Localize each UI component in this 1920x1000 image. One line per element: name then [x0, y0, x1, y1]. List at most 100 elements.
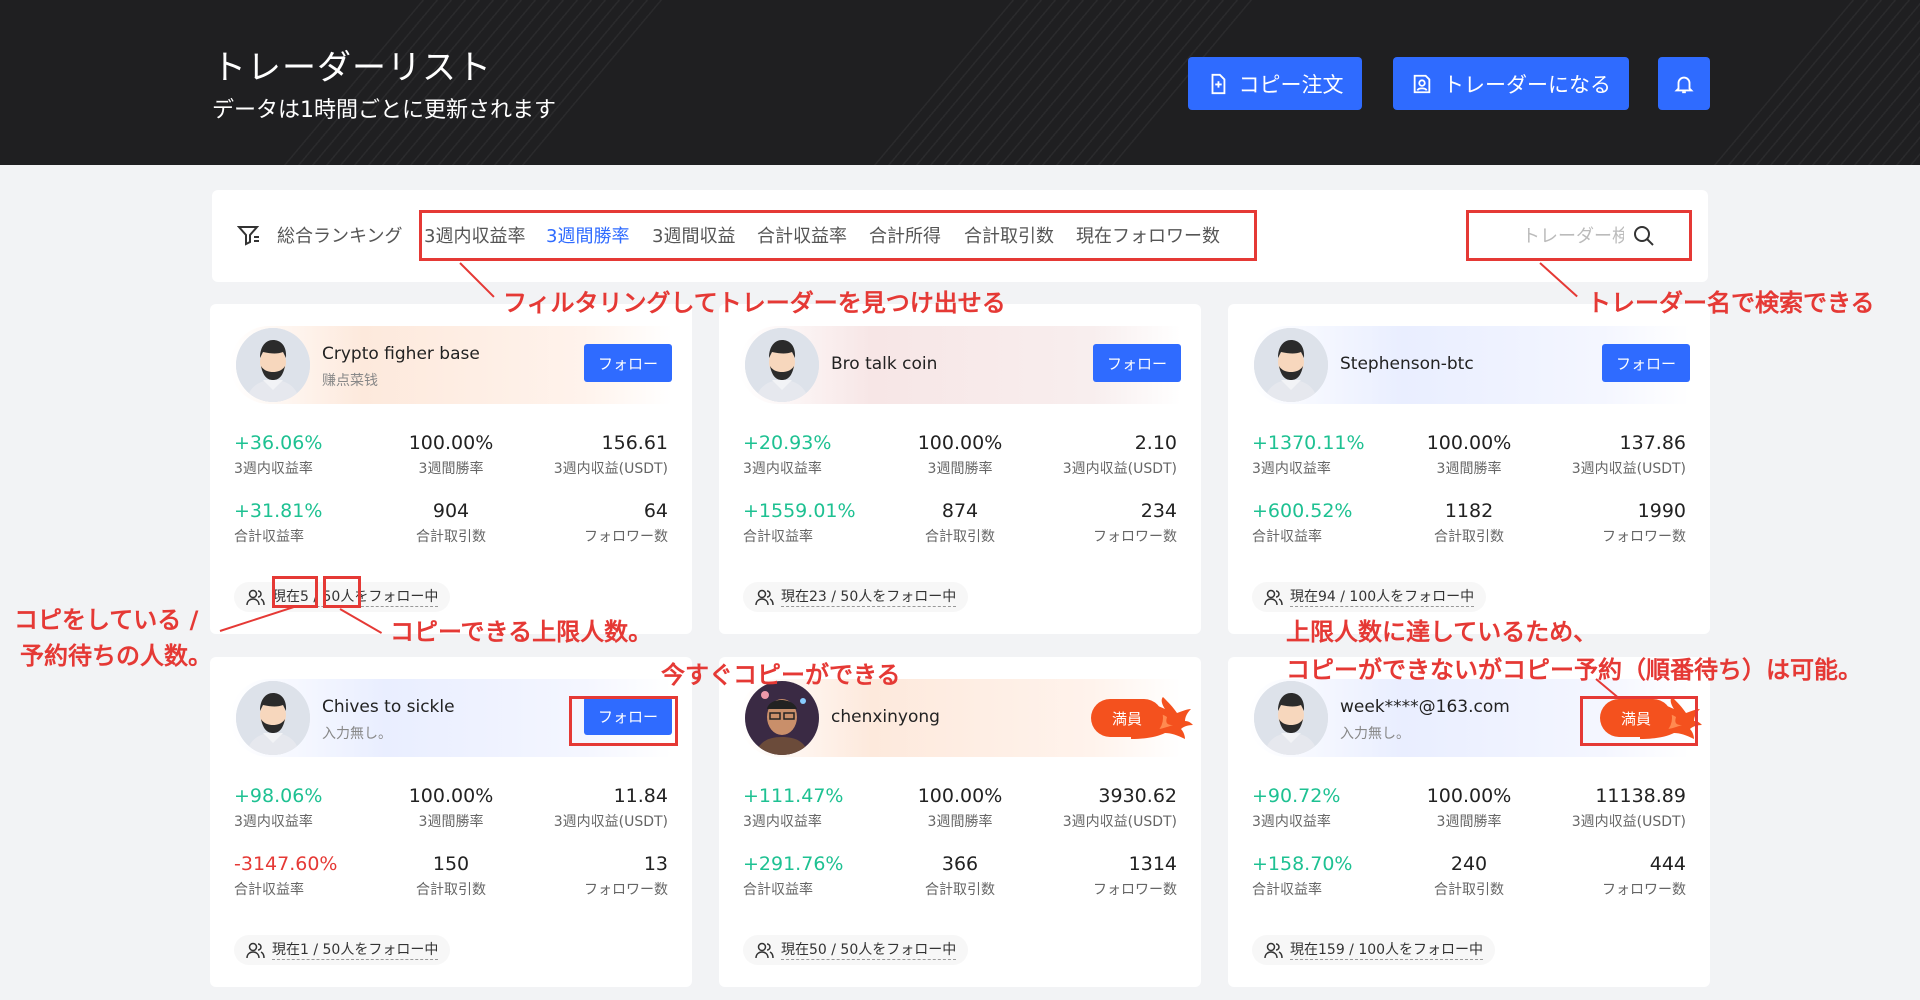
- copy-order-button[interactable]: コピー注文: [1188, 57, 1362, 110]
- stat-3w-winrate: 100.00% 3週間勝率: [917, 785, 1003, 830]
- annotation-copy-count-2: 予約待ちの人数。: [20, 642, 212, 670]
- filter-icon[interactable]: [237, 223, 261, 247]
- full-badge[interactable]: 満員: [1600, 697, 1702, 741]
- users-icon: [246, 589, 265, 606]
- trader-name[interactable]: Crypto figher base: [322, 344, 480, 364]
- stat-followers: 444 フォロワー数: [1602, 853, 1686, 898]
- trader-icon: [1413, 74, 1431, 93]
- trader-description: 入力無し。: [322, 726, 392, 742]
- copier-capacity[interactable]: 現在50 / 50人をフォロー中: [743, 935, 969, 965]
- stat-3w-roi: +98.06% 3週内収益率: [234, 785, 323, 830]
- follow-button[interactable]: フォロー: [584, 697, 672, 735]
- stat-3w-profit: 2.10 3週内収益(USDT): [1062, 432, 1177, 477]
- page-title: トレーダーリスト: [212, 48, 492, 88]
- trader-card: Crypto figher base 赚点菜钱 フォロー +36.06% 3週内収…: [210, 304, 692, 634]
- trader-search-input[interactable]: [1494, 225, 1624, 247]
- tab-total-income[interactable]: 合計所得: [869, 222, 941, 248]
- trader-card-header: chenxinyong 満員: [739, 679, 1193, 757]
- stat-total-roi: -3147.60% 合計収益率: [234, 853, 338, 898]
- copy-order-label: コピー注文: [1238, 72, 1344, 97]
- trader-name[interactable]: Chives to sickle: [322, 697, 455, 717]
- notification-button[interactable]: [1658, 57, 1710, 110]
- stat-total-roi: +291.76% 合計収益率: [743, 853, 844, 898]
- trader-name[interactable]: Stephenson-btc: [1340, 354, 1474, 374]
- become-trader-button[interactable]: トレーダーになる: [1393, 57, 1629, 110]
- tab-3w-roi[interactable]: 3週内収益率: [424, 222, 525, 248]
- document-icon: [1211, 73, 1225, 94]
- stat-followers: 234 フォロワー数: [1093, 500, 1177, 545]
- follow-button[interactable]: フォロー: [1093, 344, 1181, 382]
- stat-total-roi: +1559.01% 合計収益率: [743, 500, 856, 545]
- ranking-label[interactable]: 総合ランキング: [277, 222, 402, 248]
- bell-icon: [1674, 76, 1694, 93]
- tab-3w-winrate[interactable]: 3週間勝率: [546, 222, 629, 248]
- copier-capacity[interactable]: 現在94 / 100人をフォロー中: [1252, 582, 1487, 612]
- follow-button[interactable]: フォロー: [584, 344, 672, 382]
- stat-total-trades: 1182 合計取引数: [1434, 500, 1504, 545]
- stat-3w-roi: +111.47% 3週内収益率: [743, 785, 844, 830]
- trader-description: 入力無し。: [1340, 726, 1410, 742]
- stat-3w-roi: +1370.11% 3週内収益率: [1252, 432, 1365, 477]
- page-header: トレーダーリスト データは1時間ごとに更新されます コピー注文 トレーダーになる: [0, 0, 1920, 165]
- avatar[interactable]: [236, 681, 310, 755]
- full-badge[interactable]: 満員: [1091, 697, 1193, 741]
- users-icon: [1264, 942, 1283, 959]
- stat-followers: 64 フォロワー数: [584, 500, 668, 545]
- trader-card: Chives to sickle 入力無し。 フォロー +98.06% 3週内収益…: [210, 657, 692, 987]
- tab-total-roi[interactable]: 合計収益率: [757, 222, 847, 248]
- stat-3w-roi: +20.93% 3週内収益率: [743, 432, 832, 477]
- search-box: [1494, 212, 1659, 260]
- copier-capacity[interactable]: 現在5 / 50人をフォロー中: [234, 582, 451, 612]
- stat-total-roi: +31.81% 合計収益率: [234, 500, 323, 545]
- follow-button[interactable]: フォロー: [1602, 344, 1690, 382]
- filter-bar: 総合ランキング 3週内収益率 3週間勝率 3週間収益 合計収益率 合計所得 合計…: [212, 190, 1708, 282]
- annotation-full-2: コピーができないがコピー予約（順番待ち）は可能。: [1286, 656, 1862, 684]
- page-subtitle: データは1時間ごとに更新されます: [212, 98, 556, 123]
- trader-card: Stephenson-btc フォロー +1370.11% 3週内収益率 100.…: [1228, 304, 1710, 634]
- tab-total-trades[interactable]: 合計取引数: [964, 222, 1054, 248]
- stat-followers: 1990 フォロワー数: [1602, 500, 1686, 545]
- users-icon: [1264, 589, 1283, 606]
- stat-3w-roi: +36.06% 3週内収益率: [234, 432, 323, 477]
- annotation-can-copy: 今すぐコピーができる: [661, 661, 901, 689]
- avatar[interactable]: [1254, 681, 1328, 755]
- stat-total-trades: 874 合計取引数: [925, 500, 995, 545]
- avatar[interactable]: [745, 328, 819, 402]
- trader-name[interactable]: chenxinyong: [831, 707, 940, 727]
- copier-capacity[interactable]: 現在159 / 100人をフォロー中: [1252, 935, 1496, 965]
- tab-3w-profit[interactable]: 3週間収益: [652, 222, 735, 248]
- annotation-filter: フィルタリングしてトレーダーを見つけ出せる: [503, 289, 1006, 317]
- stat-3w-profit: 11.84 3週内収益(USDT): [553, 785, 668, 830]
- copier-capacity[interactable]: 現在1 / 50人をフォロー中: [234, 935, 451, 965]
- search-icon[interactable]: [1632, 224, 1656, 248]
- trader-description: 赚点菜钱: [322, 373, 378, 389]
- trader-name[interactable]: Bro talk coin: [831, 354, 937, 374]
- stat-3w-profit: 156.61 3週内収益(USDT): [553, 432, 668, 477]
- avatar[interactable]: [1254, 328, 1328, 402]
- trader-card-header: Stephenson-btc フォロー: [1248, 326, 1690, 404]
- tab-current-followers[interactable]: 現在フォロワー数: [1076, 222, 1220, 248]
- trader-card-header: week****@163.com 入力無し。 満員: [1248, 679, 1702, 757]
- users-icon: [755, 589, 774, 606]
- stat-3w-winrate: 100.00% 3週間勝率: [1426, 432, 1512, 477]
- trader-name[interactable]: week****@163.com: [1340, 697, 1510, 717]
- trader-card: Bro talk coin フォロー +20.93% 3週内収益率 100.00%…: [719, 304, 1201, 634]
- annotation-search: トレーダー名で検索できる: [1587, 289, 1875, 317]
- trader-card-header: Crypto figher base 赚点菜钱 フォロー: [230, 326, 672, 404]
- stat-3w-winrate: 100.00% 3週間勝率: [408, 785, 494, 830]
- stat-total-roi: +600.52% 合計収益率: [1252, 500, 1353, 545]
- stat-3w-profit: 3930.62 3週内収益(USDT): [1062, 785, 1177, 830]
- stat-total-roi: +158.70% 合計収益率: [1252, 853, 1353, 898]
- avatar[interactable]: [745, 681, 819, 755]
- trader-card: week****@163.com 入力無し。 満員 +90.72% 3週内収益率 …: [1228, 657, 1710, 987]
- avatar[interactable]: [236, 328, 310, 402]
- stat-total-trades: 904 合計取引数: [416, 500, 486, 545]
- trader-card-header: Chives to sickle 入力無し。 フォロー: [230, 679, 672, 757]
- copier-capacity[interactable]: 現在23 / 50人をフォロー中: [743, 582, 969, 612]
- stat-3w-winrate: 100.00% 3週間勝率: [1426, 785, 1512, 830]
- users-icon: [755, 942, 774, 959]
- stat-3w-roi: +90.72% 3週内収益率: [1252, 785, 1341, 830]
- become-trader-label: トレーダーになる: [1443, 72, 1611, 97]
- stat-3w-profit: 137.86 3週内収益(USDT): [1571, 432, 1686, 477]
- annotation-full-1: 上限人数に達しているため、: [1286, 618, 1598, 646]
